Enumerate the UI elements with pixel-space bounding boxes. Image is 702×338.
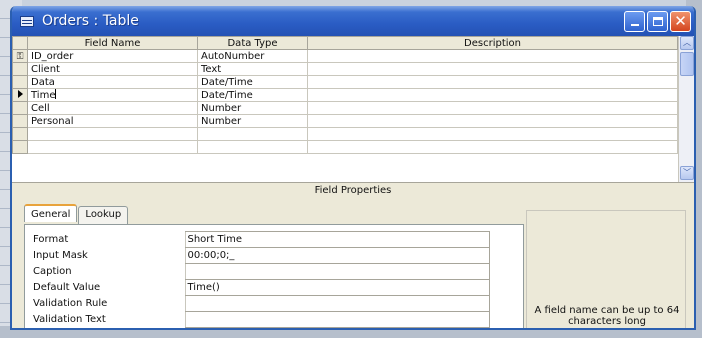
vertical-scrollbar[interactable]: ︿ ﹀	[678, 36, 694, 182]
help-text: A field name can be up to 64 characters …	[534, 305, 680, 327]
title-bar[interactable]: Orders : Table ✕	[12, 6, 694, 36]
field-name-cell[interactable]: Time	[27, 88, 198, 102]
fields-table: Field Name Data Type Description ⚿ ID_or…	[12, 36, 678, 154]
table-row[interactable]: Data Date/Time	[12, 75, 678, 89]
data-type-cell[interactable]: Date/Time	[197, 88, 308, 102]
scroll-up-button[interactable]: ︿	[680, 36, 694, 50]
property-label: Validation Rule	[33, 298, 108, 309]
minimize-icon	[630, 24, 639, 26]
properties-list: Format Short Time Input Mask 00:00;0;_ C…	[31, 231, 490, 328]
property-label: Validation Text	[33, 314, 106, 325]
data-type-cell[interactable]: Text	[197, 62, 308, 76]
data-type-cell[interactable]: Number	[197, 114, 308, 128]
field-name-cell[interactable]: Cell	[27, 101, 198, 115]
description-cell[interactable]	[307, 62, 678, 76]
column-header-data-type[interactable]: Data Type	[197, 36, 308, 50]
minimize-button[interactable]	[624, 10, 645, 32]
table-row[interactable]: ⚿ ID_order AutoNumber	[12, 49, 678, 63]
field-design-grid: Field Name Data Type Description ⚿ ID_or…	[12, 36, 694, 182]
property-row: Format Short Time	[31, 231, 490, 248]
field-name-cell[interactable]: Personal	[27, 114, 198, 128]
table-row[interactable]: Cell Number	[12, 101, 678, 115]
text-cursor	[55, 89, 57, 99]
property-row: Validation Text	[31, 311, 490, 328]
row-selector[interactable]	[12, 88, 28, 102]
description-cell[interactable]	[307, 75, 678, 89]
data-type-cell[interactable]: AutoNumber	[197, 49, 308, 63]
chevron-up-icon: ︿	[683, 38, 691, 47]
row-selector[interactable]	[12, 75, 28, 89]
tab-general[interactable]: General	[24, 204, 78, 222]
description-cell[interactable]	[307, 127, 678, 141]
row-selector[interactable]	[12, 140, 28, 154]
tab-lookup[interactable]: Lookup	[78, 206, 129, 224]
property-label: Default Value	[33, 282, 101, 293]
table-icon	[20, 15, 34, 27]
validation-rule-field[interactable]	[184, 295, 490, 312]
field-name-text: Time	[31, 90, 56, 101]
row-selector[interactable]	[12, 101, 28, 115]
description-cell[interactable]	[307, 88, 678, 102]
description-cell[interactable]	[307, 140, 678, 154]
current-row-arrow-icon	[17, 89, 23, 98]
validation-text-field[interactable]	[184, 311, 490, 328]
property-row: Validation Rule	[31, 295, 490, 312]
window-controls: ✕	[624, 10, 691, 32]
property-label: Format	[33, 234, 69, 245]
general-tab-panel: Format Short Time Input Mask 00:00;0;_ C…	[24, 224, 524, 328]
close-button[interactable]: ✕	[670, 10, 691, 32]
help-panel: A field name can be up to 64 characters …	[526, 210, 686, 328]
data-type-cell[interactable]	[197, 127, 308, 141]
property-row: Caption	[31, 263, 490, 280]
primary-key-icon: ⚿	[16, 51, 24, 62]
scroll-down-button[interactable]: ﹀	[680, 166, 694, 180]
table-row[interactable]: Client Text	[12, 62, 678, 76]
close-icon: ✕	[674, 12, 687, 30]
maximize-icon	[652, 16, 663, 26]
field-properties-pane: General Lookup Format Short Time Input M…	[12, 198, 694, 328]
column-header-description[interactable]: Description	[307, 36, 678, 50]
row-selector[interactable]	[12, 127, 28, 141]
table-row-current[interactable]: Time Date/Time	[12, 88, 678, 102]
format-field[interactable]: Short Time	[184, 231, 490, 248]
row-selector[interactable]	[12, 114, 28, 128]
table-row[interactable]	[12, 140, 678, 154]
chevron-down-icon: ﹀	[683, 168, 691, 177]
field-properties-header: Field Properties	[12, 182, 694, 198]
field-name-cell[interactable]: ID_order	[27, 49, 198, 63]
table-row[interactable]: Personal Number	[12, 114, 678, 128]
property-label: Input Mask	[33, 250, 88, 261]
data-type-cell[interactable]	[197, 140, 308, 154]
field-name-cell[interactable]: Data	[27, 75, 198, 89]
field-name-cell[interactable]: Client	[27, 62, 198, 76]
maximize-button[interactable]	[647, 10, 668, 32]
scroll-thumb[interactable]	[680, 52, 694, 76]
table-row[interactable]	[12, 127, 678, 141]
property-row: Input Mask 00:00;0;_	[31, 247, 490, 264]
field-name-cell[interactable]	[27, 127, 198, 141]
default-value-field[interactable]: Time()	[184, 279, 490, 296]
row-selector[interactable]	[12, 62, 28, 76]
row-selector[interactable]: ⚿	[12, 49, 28, 63]
description-cell[interactable]	[307, 101, 678, 115]
column-header-field-name[interactable]: Field Name	[27, 36, 198, 50]
property-tabs: General Lookup	[24, 204, 129, 224]
property-row: Default Value Time()	[31, 279, 490, 296]
row-selector-header[interactable]	[12, 36, 28, 50]
description-cell[interactable]	[307, 49, 678, 63]
caption-field[interactable]	[184, 263, 490, 280]
data-type-cell[interactable]: Number	[197, 101, 308, 115]
input-mask-field[interactable]: 00:00;0;_	[184, 247, 490, 264]
grid-header-row: Field Name Data Type Description	[12, 36, 678, 50]
data-type-cell[interactable]: Date/Time	[197, 75, 308, 89]
property-label: Caption	[33, 266, 72, 277]
description-cell[interactable]	[307, 114, 678, 128]
field-name-cell[interactable]	[27, 140, 198, 154]
table-design-window: Orders : Table ✕ Field Name Data Type De…	[10, 6, 696, 330]
window-title: Orders : Table	[42, 13, 139, 29]
